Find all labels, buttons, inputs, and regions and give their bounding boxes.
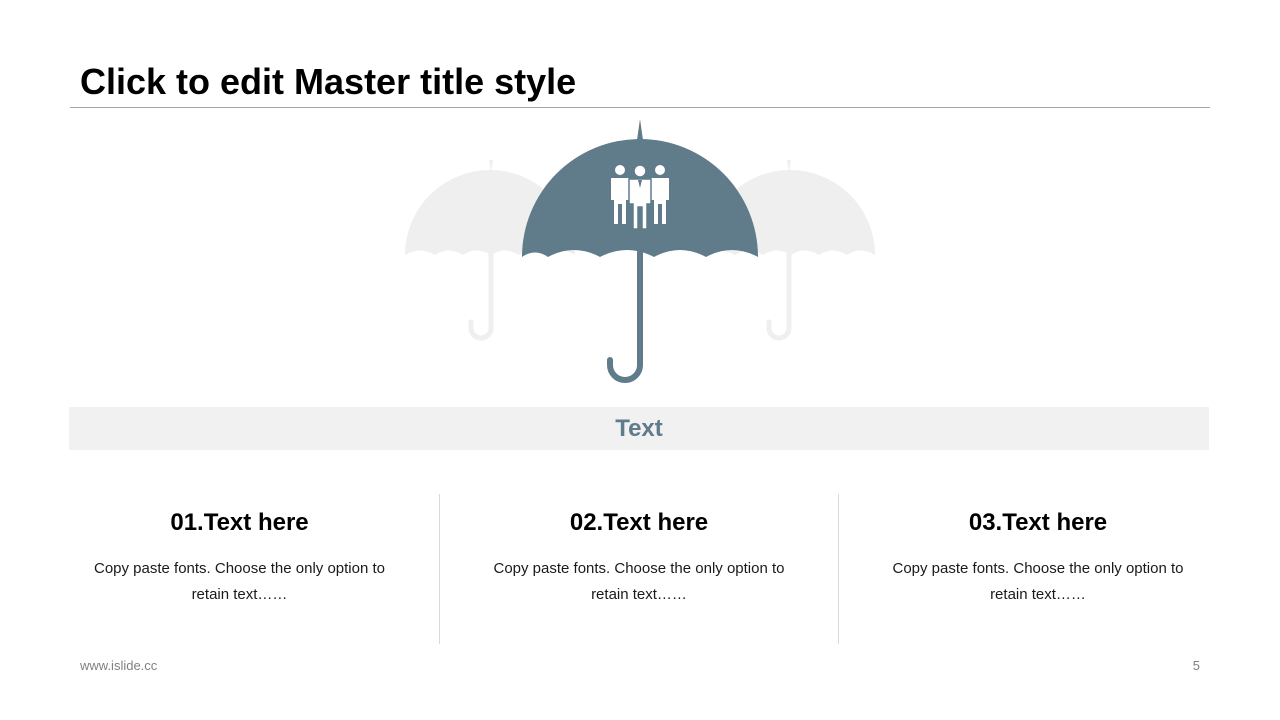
feature-column-2: 02.Text here Copy paste fonts. Choose th… [439, 494, 838, 644]
column-body[interactable]: Copy paste fonts. Choose the only option… [888, 556, 1188, 608]
footer-url: www.islide.cc [80, 658, 158, 673]
column-heading[interactable]: 02.Text here [570, 508, 708, 538]
column-body[interactable]: Copy paste fonts. Choose the only option… [489, 556, 789, 608]
column-body[interactable]: Copy paste fonts. Choose the only option… [90, 556, 390, 608]
feature-column-3: 03.Text here Copy paste fonts. Choose th… [838, 494, 1237, 644]
title-divider [70, 107, 1210, 108]
column-heading[interactable]: 03.Text here [969, 508, 1107, 538]
umbrella-icon-center [522, 119, 758, 383]
page-number: 5 [1192, 658, 1200, 673]
banner-label[interactable]: Text [615, 415, 663, 443]
column-heading[interactable]: 01.Text here [170, 508, 308, 538]
text-banner: Text [69, 407, 1209, 450]
feature-column-1: 01.Text here Copy paste fonts. Choose th… [40, 494, 439, 644]
slide-title[interactable]: Click to edit Master title style [80, 60, 576, 104]
feature-columns: 01.Text here Copy paste fonts. Choose th… [40, 494, 1237, 644]
umbrella-graphic [405, 119, 875, 383]
